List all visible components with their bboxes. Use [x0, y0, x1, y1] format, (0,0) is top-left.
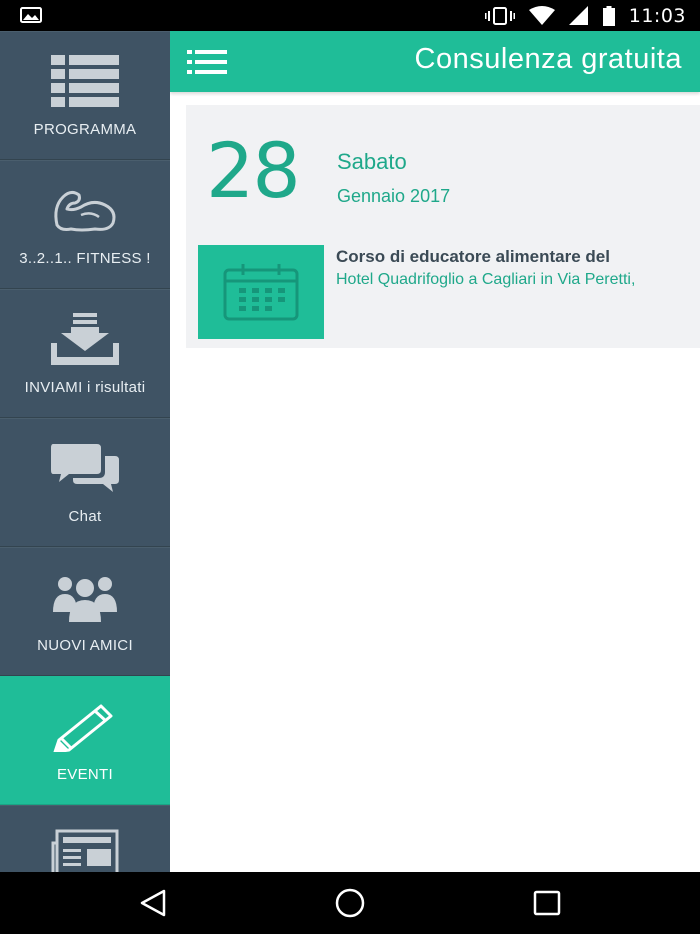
- sidebar-item-label: PROGRAMMA: [33, 121, 137, 138]
- sidebar-item-programma[interactable]: PROGRAMMA: [0, 31, 170, 160]
- sidebar-item-eventi[interactable]: EVENTI: [0, 676, 170, 805]
- sidebar-item-inviami[interactable]: INVIAMI i risultati: [0, 289, 170, 418]
- sidebar: PROGRAMMA 3..2..1.. FITNESS ! INVIAMI i …: [0, 31, 170, 872]
- sidebar-item-fitness[interactable]: 3..2..1.. FITNESS !: [0, 160, 170, 289]
- sidebar-item-label: EVENTI: [57, 766, 113, 783]
- chat-icon: [50, 440, 120, 496]
- recents-icon[interactable]: [531, 887, 563, 919]
- vibrate-icon: [484, 6, 515, 25]
- event-month-year: Gennaio 2017: [337, 186, 451, 206]
- back-icon[interactable]: [138, 887, 170, 919]
- sidebar-item-nuovi-amici[interactable]: NUOVI AMICI: [0, 547, 170, 676]
- sidebar-item-label: INVIAMI i risultati: [24, 379, 146, 396]
- image-notification-icon: [20, 7, 42, 23]
- event-weekday: Sabato: [337, 149, 407, 174]
- event-location: Hotel Quadrifoglio a Cagliari in Via Per…: [336, 271, 636, 288]
- sidebar-item-chat[interactable]: Chat: [0, 418, 170, 547]
- group-icon: [50, 569, 120, 625]
- home-icon[interactable]: [334, 887, 366, 919]
- app-header: Consulenza gratuita: [170, 31, 700, 92]
- battery-icon: [602, 5, 615, 26]
- list-icon: [50, 53, 120, 109]
- list-menu-icon[interactable]: [187, 48, 227, 76]
- event-thumbnail[interactable]: [198, 245, 324, 339]
- sidebar-item-label: NUOVI AMICI: [37, 637, 133, 654]
- newspaper-icon: [50, 827, 120, 872]
- status-bar: 11:03: [0, 0, 700, 31]
- event-day-number: 28: [206, 126, 301, 215]
- page-title: Consulenza gratuita: [414, 43, 682, 75]
- flexed-arm-icon: [50, 182, 120, 238]
- main-content: Consulenza gratuita 28 Sabato Gennaio 20…: [170, 31, 700, 872]
- wifi-icon: [528, 5, 555, 25]
- status-icons: 11:03: [484, 0, 686, 31]
- clock-time: 11:03: [628, 4, 686, 27]
- navigation-bar: [0, 872, 700, 934]
- sidebar-item-label: 3..2..1.. FITNESS !: [19, 250, 151, 267]
- download-icon: [50, 311, 120, 367]
- event-title[interactable]: Corso di educatore alimentare del: [336, 247, 610, 267]
- event-card[interactable]: 28 Sabato Gennaio 2017 Corso di educator…: [186, 105, 700, 348]
- signal-icon: [568, 5, 588, 25]
- sidebar-item-label: Chat: [68, 508, 102, 525]
- pencil-icon: [50, 698, 120, 754]
- calendar-icon: [223, 264, 299, 321]
- sidebar-item-news[interactable]: [0, 805, 170, 872]
